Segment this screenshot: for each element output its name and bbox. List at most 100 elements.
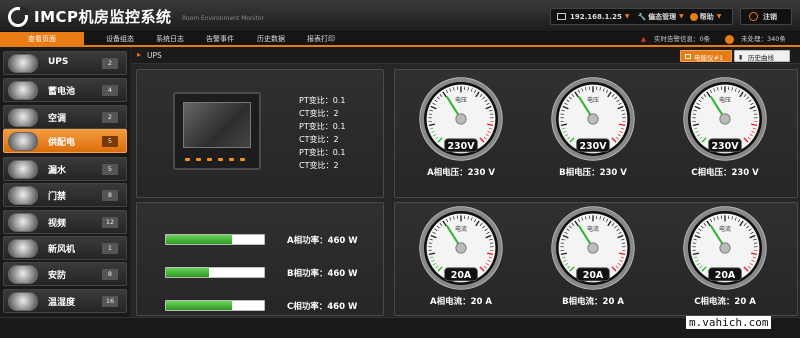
history-tab[interactable]: ▮ 历史曲线 bbox=[734, 50, 790, 62]
app-title: IMCP机房监控系统 bbox=[34, 8, 172, 26]
settings-menu[interactable]: 偏态管理 bbox=[648, 12, 676, 22]
ip-selector[interactable]: 192.168.1.25 bbox=[570, 13, 622, 21]
gauge-dial: 电流 20A bbox=[551, 206, 635, 290]
gauge-hub bbox=[719, 242, 731, 254]
help-icon bbox=[689, 12, 698, 21]
gauge-readout: 20A bbox=[583, 270, 604, 281]
gauge-readout: 230V bbox=[579, 141, 607, 152]
sidebar-item-access[interactable]: 门禁 8 bbox=[3, 183, 127, 207]
power-icon bbox=[8, 132, 38, 151]
realtime-alarm-count[interactable]: 实时告警信息：0条 bbox=[654, 33, 710, 46]
sidebar-item-thermo[interactable]: 温湿度 16 bbox=[3, 289, 127, 313]
logout-label: 注销 bbox=[763, 12, 777, 21]
gauge-title: 电压 bbox=[587, 96, 599, 104]
gauge-hub bbox=[455, 242, 467, 254]
current-panel: 电流 20A A相电流：20 A 电流 20A B相电流：20 A 电流 20A C相… bbox=[394, 202, 798, 316]
sidebar-item-count: 16 bbox=[102, 296, 118, 307]
bar-chart-icon: ▮ bbox=[739, 54, 743, 61]
nav-tab-history-data[interactable]: 历史数据 bbox=[246, 32, 296, 47]
nav-tab-system-log[interactable]: 系统日志 bbox=[145, 32, 195, 47]
main-nav: 查看页面 设备组态 系统日志 告警事件 历史数据 报表打印 ▲ 实时告警信息：0… bbox=[0, 32, 800, 47]
alarm-icon bbox=[8, 265, 38, 284]
sidebar-item-label: 视频 bbox=[48, 219, 67, 229]
sidebar-item-fresh-air[interactable]: 新风机 1 bbox=[3, 236, 127, 260]
power-meter-device bbox=[173, 92, 261, 170]
breadcrumb: ▸ UPS 电能仪#1 ▮ 历史曲线 bbox=[131, 47, 800, 64]
voltage-gauge-a: 电压 230V A相电压：230 V bbox=[416, 76, 506, 178]
power-panel: A相功率：460 W B相功率：460 W C相功率：460 W bbox=[136, 202, 384, 316]
thermometer-icon bbox=[8, 292, 38, 311]
gauge-hub bbox=[719, 113, 731, 125]
help-menu[interactable]: 帮助 bbox=[700, 12, 714, 22]
sidebar-item-label: 温湿度 bbox=[48, 298, 76, 308]
sidebar-item-count: 12 bbox=[102, 217, 118, 228]
ct-ratio-text: CT变比：2 bbox=[299, 109, 339, 118]
current-label: B相电流：20 A bbox=[562, 297, 624, 307]
nav-tab-report-print[interactable]: 报表打印 bbox=[296, 32, 346, 47]
sidebar-item-ups[interactable]: UPS 2 bbox=[3, 51, 127, 75]
gauge-readout: 230V bbox=[711, 141, 739, 152]
chevron-down-icon[interactable]: ▼ bbox=[625, 13, 630, 20]
gauge-title: 电流 bbox=[719, 225, 731, 233]
sidebar-item-count: 4 bbox=[102, 85, 118, 96]
sidebar-item-label: 供配电 bbox=[48, 138, 76, 148]
gauge-hub bbox=[587, 242, 599, 254]
meter-icon bbox=[685, 54, 691, 59]
led-indicator bbox=[185, 158, 190, 161]
sidebar-item-count: 5 bbox=[102, 136, 118, 147]
fan-icon bbox=[8, 239, 38, 258]
logo-mark-icon bbox=[8, 6, 28, 27]
sidebar-item-count: 1 bbox=[102, 243, 118, 254]
sidebar-item-video[interactable]: 视频 12 bbox=[3, 210, 127, 234]
sidebar-item-label: 门禁 bbox=[48, 192, 67, 202]
meter-tab[interactable]: 电能仪#1 bbox=[680, 50, 732, 62]
current-gauge-a: 电流 20A A相电流：20 A bbox=[416, 205, 506, 307]
warning-icon: ▲ bbox=[641, 35, 646, 43]
nav-tab-device-config[interactable]: 设备组态 bbox=[92, 32, 148, 47]
logo: IMCP机房监控系统 bbox=[8, 6, 172, 27]
voltage-label: B相电压：230 V bbox=[559, 168, 627, 178]
gauge-dial: 电压 230V bbox=[419, 77, 503, 161]
current-gauge-b: 电流 20A B相电流：20 A bbox=[548, 205, 638, 307]
logout-button[interactable]: 注销 bbox=[740, 8, 792, 25]
voltage-label: A相电压：230 V bbox=[427, 168, 495, 178]
sidebar-item-label: 漏水 bbox=[48, 166, 67, 176]
sidebar-item-aircon[interactable]: 空调 2 bbox=[3, 105, 127, 129]
current-gauge-c: 电流 20A C相电流：20 A bbox=[680, 205, 770, 307]
power-label: C相功率：460 W bbox=[287, 302, 358, 312]
nav-tab-alarm-events[interactable]: 告警事件 bbox=[195, 32, 245, 47]
gauge-dial: 电压 230V bbox=[551, 77, 635, 161]
gauge-title: 电压 bbox=[455, 96, 467, 104]
meter-tab-label: 电能仪#1 bbox=[694, 54, 724, 62]
chevron-down-icon[interactable]: ▼ bbox=[717, 13, 722, 20]
power-off-icon bbox=[749, 12, 758, 21]
power-label: A相功率：460 W bbox=[287, 236, 358, 246]
sidebar-item-power[interactable]: 供配电 5 bbox=[3, 129, 127, 153]
sidebar-item-label: 空调 bbox=[48, 114, 67, 124]
current-label: A相电流：20 A bbox=[430, 297, 492, 307]
wrench-icon: 🔧 bbox=[637, 12, 647, 21]
ct-ratio-text: PT变比：0.1 bbox=[299, 96, 346, 105]
close-icon bbox=[725, 35, 734, 44]
sidebar-item-label: 新风机 bbox=[48, 245, 76, 255]
history-tab-label: 历史曲线 bbox=[748, 54, 774, 62]
main-content: ▸ UPS 电能仪#1 ▮ 历史曲线 PT变比：0.1 CT变比：2 PT变比：… bbox=[131, 47, 800, 317]
sidebar-item-battery[interactable]: 蓄电池 4 bbox=[3, 78, 127, 102]
aircon-icon bbox=[8, 108, 38, 127]
chevron-down-icon[interactable]: ▼ bbox=[679, 13, 684, 20]
ct-ratio-text: CT变比：2 bbox=[299, 135, 339, 144]
sidebar-item-leak[interactable]: 漏水 5 bbox=[3, 157, 127, 181]
leak-icon bbox=[8, 160, 38, 179]
gauge-hub bbox=[587, 113, 599, 125]
nav-tab-view[interactable]: 查看页面 bbox=[0, 32, 84, 47]
voltage-gauge-b: 电压 230V B相电压：230 V bbox=[548, 76, 638, 178]
led-indicator bbox=[218, 158, 223, 161]
led-indicator bbox=[229, 158, 234, 161]
sidebar-item-count: 2 bbox=[102, 58, 118, 69]
power-bar-fill bbox=[166, 301, 232, 310]
arrow-right-icon: ▸ bbox=[137, 50, 142, 59]
sidebar-item-label: 安防 bbox=[48, 271, 67, 281]
unhandled-alarm-count[interactable]: 未处理：340条 bbox=[741, 33, 786, 46]
voltage-gauge-c: 电压 230V C相电压：230 V bbox=[680, 76, 770, 178]
sidebar-item-security[interactable]: 安防 8 bbox=[3, 262, 127, 286]
